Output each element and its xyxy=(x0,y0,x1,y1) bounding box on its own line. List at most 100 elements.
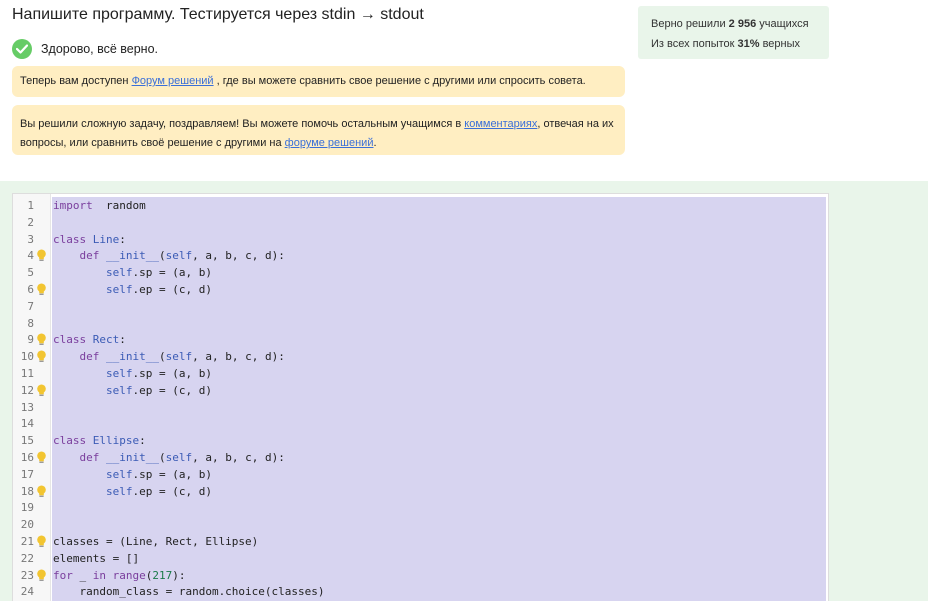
code-line[interactable]: 19 xyxy=(13,499,828,516)
code-line[interactable]: 12 self.ep = (c, d) xyxy=(13,382,828,399)
lightbulb-icon[interactable] xyxy=(36,485,47,498)
code-token: elements = [] xyxy=(53,551,140,565)
lightbulb-icon[interactable] xyxy=(36,333,47,346)
congrats-text: Вы решили сложную задачу, поздравляем! В… xyxy=(20,118,465,130)
code-line[interactable]: 3 class Line: xyxy=(13,231,828,248)
solved-prefix: Верно решили xyxy=(651,18,729,30)
code-line[interactable]: 5 self.sp = (a, b) xyxy=(13,264,828,281)
code-line[interactable]: 6 self.ep = (c, d) xyxy=(13,281,828,298)
line-number: 8 xyxy=(27,316,34,330)
line-number: 14 xyxy=(20,417,34,431)
code-token: .sp = (a, b) xyxy=(132,367,212,380)
lightbulb-icon[interactable] xyxy=(36,535,47,548)
code-text: for _ in range(217): xyxy=(53,567,186,584)
code-token: .sp = (a, b) xyxy=(132,467,212,481)
lightbulb-icon[interactable] xyxy=(36,384,47,397)
code-line[interactable]: 21 classes = (Line, Rect, Ellipse) xyxy=(13,533,828,550)
code-line[interactable]: 24 random_class = random.choice(classes) xyxy=(13,583,828,600)
code-text: import random xyxy=(53,197,146,214)
lightbulb-icon[interactable] xyxy=(36,249,47,262)
code-token: ( xyxy=(158,249,166,263)
code-line[interactable]: 17 self.sp = (a, b) xyxy=(13,466,828,483)
lightbulb-icon[interactable] xyxy=(36,350,47,363)
code-line[interactable]: 7 xyxy=(13,298,828,315)
code-line[interactable]: 4 def __init__(self, a, b, c, d): xyxy=(13,247,828,264)
code-token: , a, b, c, d): xyxy=(192,350,285,364)
solutions-forum-link[interactable]: форуме решений xyxy=(285,137,374,149)
code-line[interactable]: 10 def __init__(self, a, b, c, d): xyxy=(13,348,828,365)
code-text: class Ellipse: xyxy=(53,432,146,449)
code-token: self xyxy=(105,367,133,380)
code-line[interactable]: 16 def __init__(self, a, b, c, d): xyxy=(13,449,828,466)
lightbulb-icon[interactable] xyxy=(36,283,47,296)
code-token: class xyxy=(53,232,87,246)
code-line[interactable]: 9 class Rect: xyxy=(13,331,828,348)
lightbulb-icon[interactable] xyxy=(36,451,47,464)
line-number: 19 xyxy=(20,501,34,515)
code-text: self.ep = (c, d) xyxy=(53,281,212,298)
code-token: _ xyxy=(72,568,93,582)
line-number: 17 xyxy=(20,467,34,481)
comments-link[interactable]: комментариях xyxy=(464,118,537,130)
code-token: .ep = (c, d) xyxy=(132,383,212,397)
code-token: Rect xyxy=(92,333,120,347)
code-line[interactable]: 1 import random xyxy=(13,197,828,214)
code-line[interactable]: 2 xyxy=(13,214,828,231)
code-line[interactable]: 8 xyxy=(13,315,828,332)
task-title: Напишите программу. Тестируется через st… xyxy=(12,6,424,23)
line-number: 18 xyxy=(20,484,34,498)
code-token: class xyxy=(53,333,87,347)
stats-panel: Верно решили 2 956 учащихся Из всех попы… xyxy=(638,6,829,59)
attempts-stat: Из всех попыток 31% верных xyxy=(651,35,829,55)
code-line[interactable]: 18 self.ep = (c, d) xyxy=(13,483,828,500)
code-text: self.ep = (c, d) xyxy=(53,382,212,399)
solved-count: 2 956 xyxy=(728,18,757,30)
code-line[interactable]: 15 class Ellipse: xyxy=(13,432,828,449)
code-line[interactable]: 14 xyxy=(13,415,828,432)
line-number: 7 xyxy=(27,299,34,313)
code-token: ): xyxy=(172,568,186,582)
success-message: Здорово, всё верно. xyxy=(12,39,158,59)
code-token: def xyxy=(79,249,100,263)
code-token: : xyxy=(119,333,126,347)
code-token: self xyxy=(105,266,133,280)
code-token: self xyxy=(105,383,133,397)
line-number: 16 xyxy=(20,451,34,464)
code-token: self xyxy=(165,350,193,364)
code-line[interactable]: 11 self.sp = (a, b) xyxy=(13,365,828,382)
code-text: self.ep = (c, d) xyxy=(53,483,212,500)
line-number: 10 xyxy=(20,350,34,364)
code-token: : xyxy=(139,434,146,448)
code-token: 217 xyxy=(152,568,173,582)
code-token: : xyxy=(119,232,126,246)
forum-notice: Теперь вам доступен Форум решений , где … xyxy=(12,66,625,97)
solved-stat: Верно решили 2 956 учащихся xyxy=(651,15,829,35)
code-text: class Rect: xyxy=(53,331,126,348)
line-number: 1 xyxy=(27,199,34,212)
code-token: ( xyxy=(158,350,166,364)
code-text: self.sp = (a, b) xyxy=(53,264,212,281)
code-editor[interactable]: 1 import random 2 3 class Line: 4 def __init_… xyxy=(12,193,829,601)
code-line[interactable]: 22 elements = [] xyxy=(13,550,828,567)
code-token: random xyxy=(92,199,146,212)
forum-link[interactable]: Форум решений xyxy=(132,75,214,87)
code-line[interactable]: 23 for _ in range(217): xyxy=(13,567,828,584)
code-line[interactable]: 13 xyxy=(13,399,828,416)
solved-suffix: учащихся xyxy=(756,18,809,30)
code-token: .ep = (c, d) xyxy=(132,484,212,498)
lightbulb-icon[interactable] xyxy=(36,569,47,582)
line-number: 23 xyxy=(20,568,34,582)
code-line[interactable]: 20 xyxy=(13,516,828,533)
code-text: def __init__(self, a, b, c, d): xyxy=(53,247,285,264)
line-number: 22 xyxy=(20,551,34,565)
attempts-percent: 31% xyxy=(737,37,760,50)
code-token: __init__ xyxy=(106,350,159,364)
